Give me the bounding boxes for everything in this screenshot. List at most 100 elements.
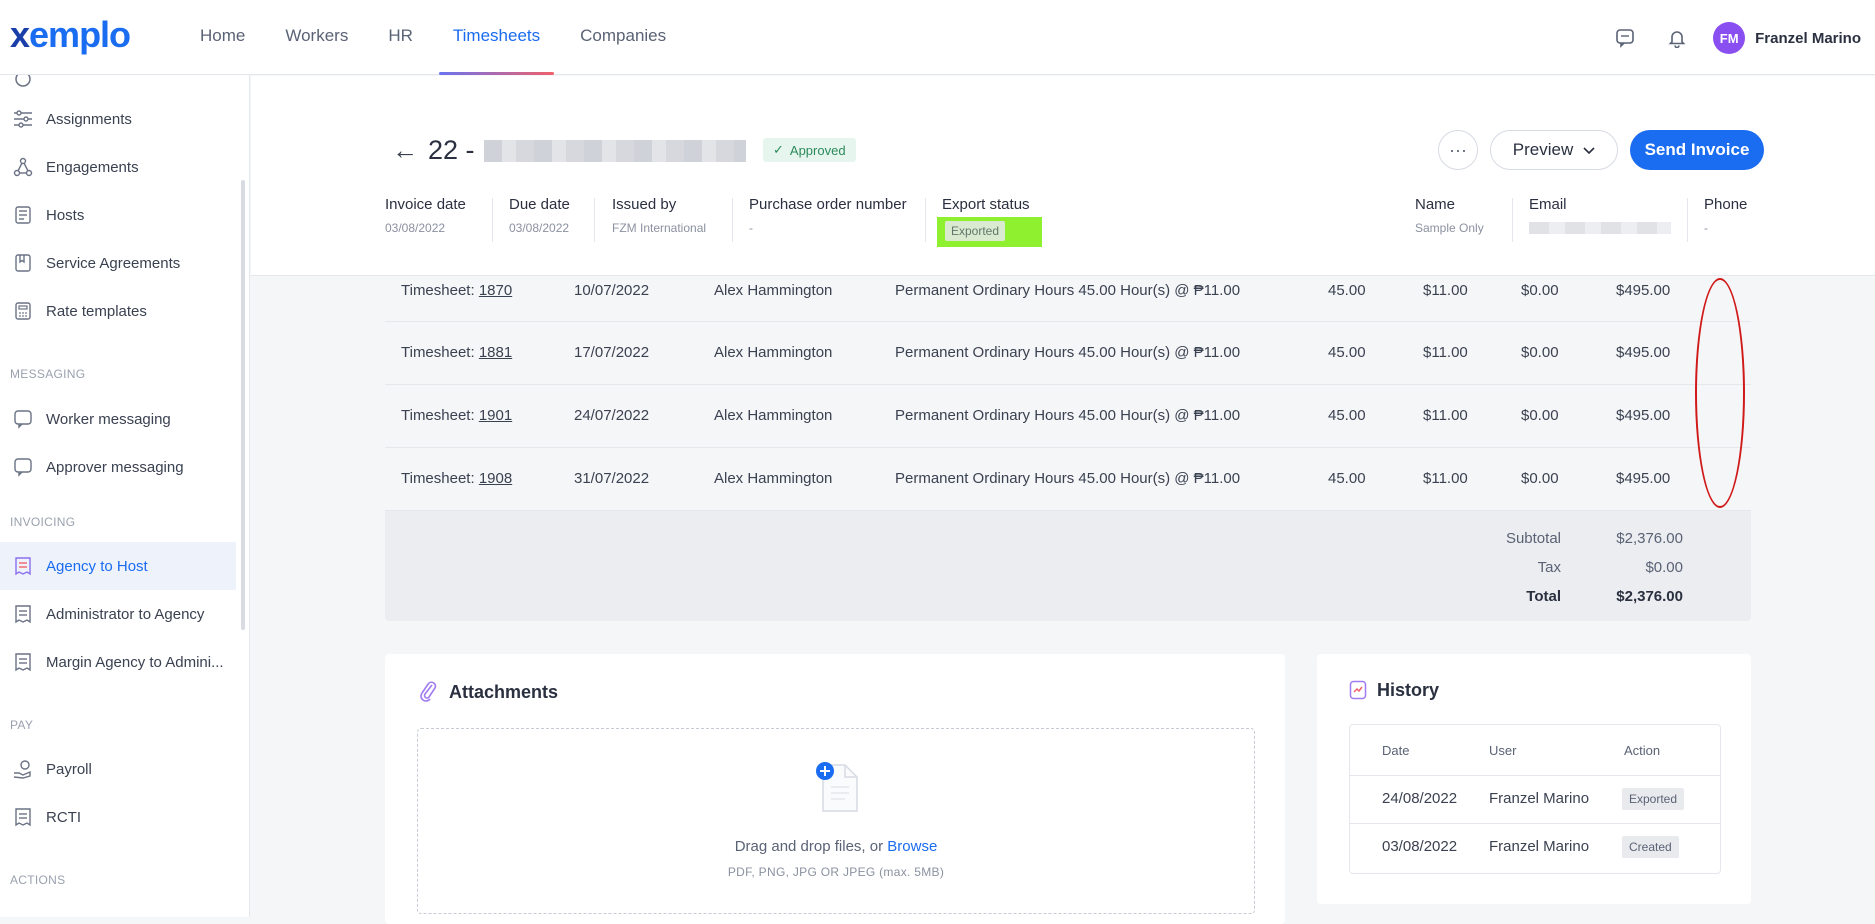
back-arrow-icon[interactable]: ←: [392, 135, 418, 166]
sidebar-item-worker-messaging[interactable]: Worker messaging: [0, 395, 236, 443]
agreement-icon: [12, 252, 34, 274]
browse-link[interactable]: Browse: [887, 838, 937, 855]
meta-contact-phone: Phone -: [1704, 196, 1748, 235]
check-icon: ✓: [773, 142, 784, 157]
more-options-button[interactable]: ···: [1438, 130, 1478, 170]
sidebar-item-label: Approver messaging: [46, 458, 184, 476]
rate-cell: $11.00: [1423, 470, 1468, 487]
description-cell: Permanent Ordinary Hours 45.00 Hour(s) @…: [895, 470, 1241, 487]
timesheet-cell: Timesheet: 1881: [401, 344, 513, 361]
timesheet-cell: Timesheet: 1870: [401, 282, 513, 299]
sidebar-item-rcti[interactable]: RCTI: [0, 793, 236, 841]
chevron-down-icon: [1583, 140, 1595, 160]
rate-cell: $11.00: [1423, 407, 1468, 424]
table-row: 03/08/2022 Franzel Marino Created: [1350, 823, 1720, 871]
sidebar-item-service-agreements[interactable]: Service Agreements: [0, 239, 236, 287]
sidebar-item-label: Worker messaging: [46, 410, 171, 428]
nav-timesheets[interactable]: Timesheets: [438, 0, 555, 75]
subtotal-label: Subtotal: [1505, 530, 1561, 547]
worker-cell: Alex Hammington: [714, 344, 833, 361]
timesheet-link[interactable]: 1908: [479, 470, 512, 487]
file-dropzone[interactable]: Drag and drop files, or Browse PDF, PNG,…: [417, 728, 1255, 914]
status-label: Approved: [789, 142, 846, 158]
xemplo-logo[interactable]: xemplo: [10, 14, 131, 56]
section-heading-invoicing: INVOICING: [10, 515, 76, 529]
date-cell: 17/07/2022: [574, 344, 650, 361]
divider: [1687, 198, 1688, 242]
nav-workers[interactable]: Workers: [271, 0, 362, 75]
sliders-icon: [12, 108, 34, 130]
chat-icon[interactable]: [1605, 18, 1645, 58]
attachments-title: Attachments: [449, 682, 559, 702]
total-value: $2,376.00: [1616, 588, 1683, 605]
sidebar-item-approver-messaging[interactable]: Approver messaging: [0, 443, 236, 491]
dropzone-hint: PDF, PNG, JPG OR JPEG (max. 5MB): [727, 865, 945, 879]
tax-value: $0.00: [1645, 559, 1683, 576]
timesheet-link[interactable]: 1881: [479, 344, 512, 361]
building-icon: [12, 204, 34, 226]
chat-icon: [12, 408, 34, 430]
nav-hr[interactable]: HR: [374, 0, 427, 75]
sidebar-scrollbar[interactable]: [241, 180, 245, 630]
sidebar-item-agency-to-host[interactable]: Agency to Host: [0, 542, 236, 590]
history-table: Date User Action 24/08/2022 Franzel Mari…: [1349, 724, 1721, 874]
top-navbar: xemplo Home Workers HR Timesheets Compan…: [0, 0, 1875, 75]
sidebar: Assignments Engagements Hosts Service Ag…: [0, 75, 250, 917]
timesheet-link[interactable]: 1901: [479, 407, 512, 424]
worker-cell: Alex Hammington: [714, 407, 833, 424]
nav-home[interactable]: Home: [186, 0, 259, 75]
nav-companies[interactable]: Companies: [566, 0, 680, 75]
rate-cell: $11.00: [1423, 282, 1468, 299]
sidebar-item-administrator-to-agency[interactable]: Administrator to Agency: [0, 590, 236, 638]
sidebar-item-label: RCTI: [46, 808, 81, 826]
payroll-icon: [12, 758, 34, 780]
timesheet-cell: Timesheet: 1901: [401, 407, 513, 424]
receipt-icon: [12, 555, 34, 577]
history-date: 03/08/2022: [1382, 838, 1458, 855]
sidebar-item-rate-templates[interactable]: Rate templates: [0, 287, 236, 335]
sidebar-item-assignments[interactable]: Assignments: [0, 95, 236, 143]
status-badge: ✓ Approved: [763, 138, 856, 162]
table-row: Timesheet: 1901 24/07/2022 Alex Hammingt…: [385, 385, 1751, 448]
divider: [492, 198, 493, 242]
history-date: 24/08/2022: [1382, 790, 1458, 807]
totals-panel: Subtotal $2,376.00 Tax $0.00 Total $2,37…: [385, 511, 1751, 621]
user-name[interactable]: Franzel Marino: [1755, 30, 1861, 47]
sidebar-item-label: Engagements: [46, 158, 139, 176]
quantity-cell: 45.00: [1328, 470, 1366, 487]
main-nav: Home Workers HR Timesheets Companies: [180, 0, 686, 75]
tax-cell: $0.00: [1521, 282, 1559, 299]
timesheet-link[interactable]: 1870: [479, 282, 512, 299]
preview-button[interactable]: Preview: [1490, 130, 1618, 170]
quantity-cell: 45.00: [1328, 282, 1366, 299]
sidebar-item-hosts[interactable]: Hosts: [0, 191, 236, 239]
sidebar-item-margin-agency[interactable]: Margin Agency to Admini...: [0, 638, 236, 686]
quantity-cell: 45.00: [1328, 407, 1366, 424]
section-heading-pay: PAY: [10, 718, 34, 732]
avatar[interactable]: FM: [1713, 22, 1746, 54]
attachments-card: Attachments Drag and drop files, or Brow…: [385, 654, 1285, 924]
date-cell: 31/07/2022: [574, 470, 650, 487]
redacted-company-name: [484, 140, 746, 162]
table-row: 24/08/2022 Franzel Marino Exported: [1350, 775, 1720, 823]
sidebar-item-payroll[interactable]: Payroll: [0, 745, 236, 793]
sidebar-item-engagements[interactable]: Engagements: [0, 143, 236, 191]
date-cell: 24/07/2022: [574, 407, 650, 424]
annotation-ellipse: [1695, 278, 1745, 508]
paperclip-icon: [419, 680, 437, 707]
sidebar-item-label: Payroll: [46, 760, 92, 778]
table-row: Timesheet: 1870 10/07/2022 Alex Hammingt…: [385, 276, 1751, 322]
history-card: History Date User Action 24/08/2022 Fran…: [1317, 654, 1751, 904]
sidebar-item-label: Margin Agency to Admini...: [46, 653, 224, 671]
history-icon: [1349, 680, 1367, 705]
description-cell: Permanent Ordinary Hours 45.00 Hour(s) @…: [895, 282, 1241, 299]
chat-icon: [12, 456, 34, 478]
tax-cell: $0.00: [1521, 470, 1559, 487]
sidebar-item-label: Service Agreements: [46, 254, 181, 272]
bell-icon[interactable]: [1657, 18, 1697, 58]
export-status-badge: Exported: [945, 221, 1006, 241]
tax-label: Tax: [1537, 559, 1561, 576]
history-header-action: Action: [1624, 743, 1661, 758]
send-invoice-button[interactable]: Send Invoice: [1630, 130, 1764, 170]
section-heading-actions: ACTIONS: [10, 873, 66, 887]
